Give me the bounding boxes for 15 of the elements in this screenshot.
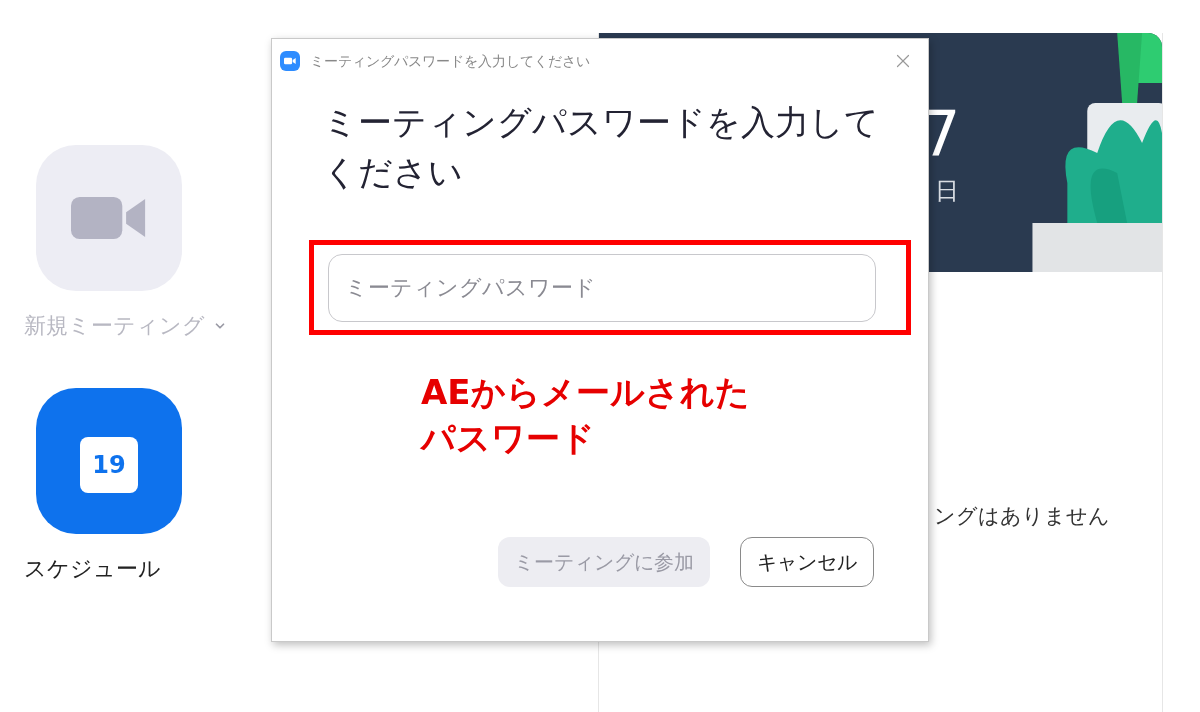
app-icon (280, 51, 300, 71)
password-field[interactable]: ミーティングパスワード (328, 253, 876, 322)
video-camera-icon (71, 195, 147, 241)
tile-label: 新規ミーティング (24, 312, 205, 340)
window-title: ミーティングパスワードを入力してください (310, 51, 590, 71)
calendar-icon: 19 (80, 437, 138, 493)
tile-label: スケジュール (24, 555, 161, 583)
clock-date: 日 (935, 179, 959, 203)
empty-meetings-text: ングはありません (934, 503, 1110, 530)
annotation-text: AEからメールされた (421, 371, 750, 414)
cancel-button[interactable]: キャンセル (740, 537, 874, 587)
annotation-text: パスワード (421, 417, 595, 460)
dialog-heading: ミーティングパスワードを入力してください (323, 101, 880, 194)
clock-time: 7 (921, 103, 961, 165)
tile-button[interactable]: 19 (36, 388, 182, 534)
